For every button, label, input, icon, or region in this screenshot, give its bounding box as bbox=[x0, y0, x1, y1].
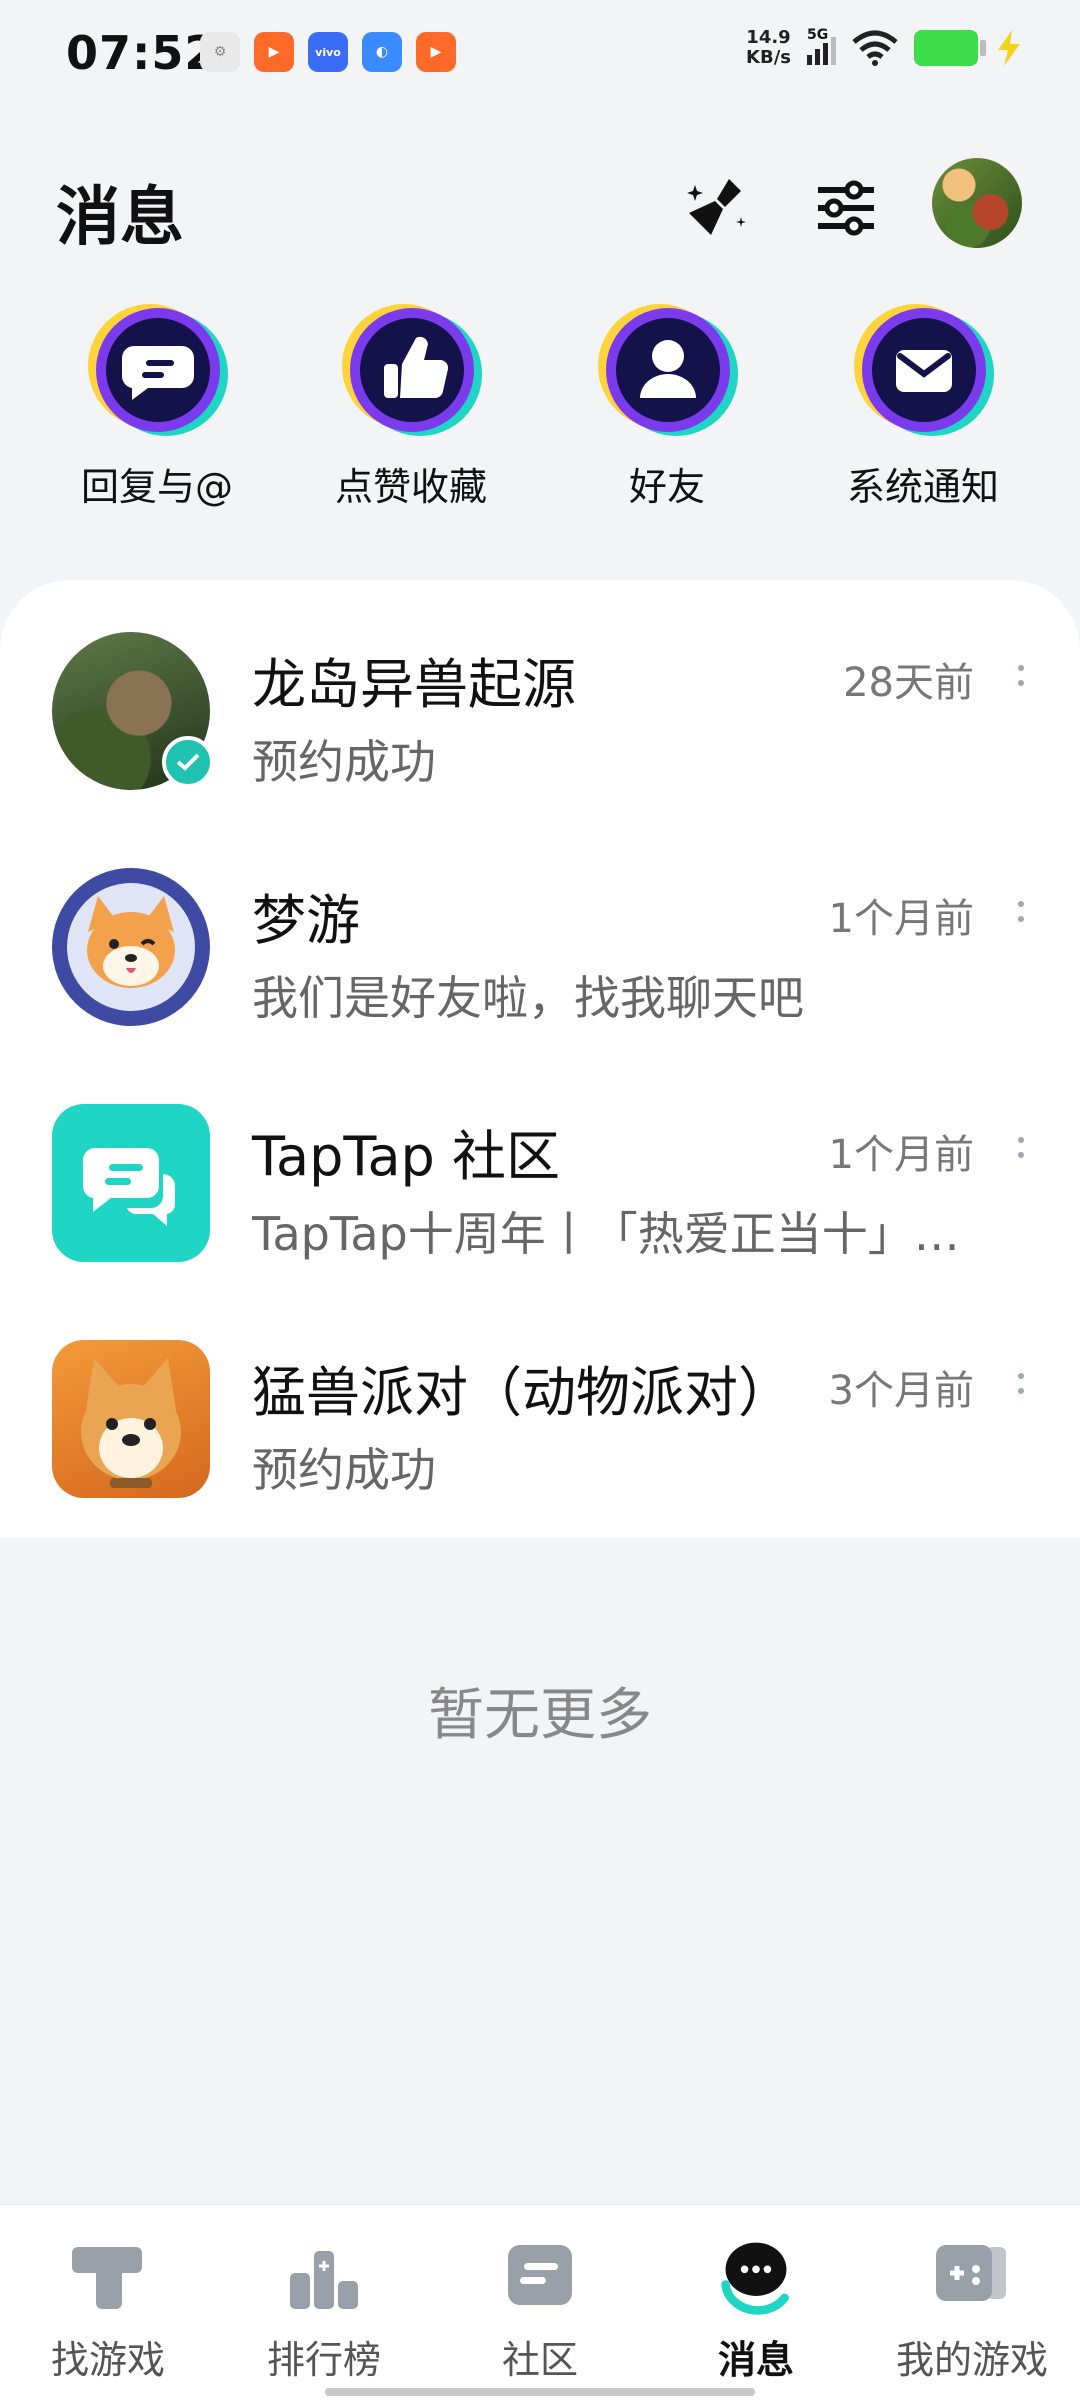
party-animals-avatar bbox=[52, 1340, 210, 1498]
message-row[interactable]: 龙岛异兽起源 预约成功 28天前 bbox=[0, 580, 1080, 816]
category-system-notice[interactable]: 系统通知 bbox=[808, 300, 1038, 511]
my-games-icon bbox=[932, 2235, 1012, 2315]
category-label: 系统通知 bbox=[846, 465, 999, 509]
nav-messages[interactable]: 消息 bbox=[648, 2235, 864, 2384]
chat-bubble-icon bbox=[84, 300, 230, 440]
bottom-nav: 找游戏 排行榜 社区 消息 我的游戏 bbox=[0, 2204, 1080, 2401]
message-time: 1个月前 bbox=[828, 1132, 974, 1178]
charging-icon bbox=[998, 30, 1020, 66]
category-row: 回复与@ 点赞收藏 好友 系统通知 bbox=[0, 300, 1080, 530]
category-friends[interactable]: 好友 bbox=[552, 300, 782, 511]
kuaishou-app-icon-2: ▶ bbox=[416, 32, 456, 72]
ranking-icon bbox=[284, 2235, 364, 2315]
wifi-icon bbox=[852, 30, 898, 66]
message-row[interactable]: 猛兽派对（动物派对） 预约成功 3个月前 bbox=[0, 1288, 1080, 1524]
community-icon bbox=[500, 2235, 580, 2315]
nav-label: 排行榜 bbox=[266, 2338, 381, 2382]
nav-label: 找游戏 bbox=[50, 2338, 165, 2382]
category-label: 点赞收藏 bbox=[334, 465, 487, 509]
home-indicator[interactable] bbox=[325, 2388, 755, 2396]
category-label: 回复与@ bbox=[80, 465, 233, 509]
filter-sliders-icon[interactable] bbox=[806, 168, 886, 248]
message-title: 猛兽派对（动物派对） bbox=[252, 1361, 792, 1424]
nav-label: 消息 bbox=[717, 2338, 794, 2382]
more-options-icon[interactable] bbox=[1006, 886, 1036, 936]
message-title: TapTap 社区 bbox=[252, 1125, 560, 1188]
vivo-app-icon: vivo bbox=[308, 32, 348, 72]
thumbs-up-icon bbox=[338, 300, 484, 440]
status-time: 07:52 bbox=[66, 26, 218, 80]
status-right: 14.9 KB/s 5G bbox=[746, 27, 1024, 68]
more-options-icon[interactable] bbox=[1006, 650, 1036, 700]
message-time: 1个月前 bbox=[828, 896, 974, 942]
page-title: 消息 bbox=[56, 181, 184, 255]
category-replies[interactable]: 回复与@ bbox=[42, 300, 272, 511]
more-options-icon[interactable] bbox=[1006, 1122, 1036, 1172]
message-preview: TapTap十周年丨「热爱正当十」… bbox=[252, 1207, 960, 1261]
message-preview: 我们是好友啦，找我聊天吧 bbox=[252, 971, 804, 1025]
message-time: 28天前 bbox=[843, 660, 974, 706]
nav-label: 社区 bbox=[501, 2338, 578, 2382]
kuaishou-app-icon: ▶ bbox=[254, 32, 294, 72]
category-likes[interactable]: 点赞收藏 bbox=[296, 300, 526, 511]
signal-icon: 5G bbox=[807, 27, 836, 65]
message-time: 3个月前 bbox=[828, 1368, 974, 1414]
find-game-icon bbox=[68, 2235, 148, 2315]
message-preview: 预约成功 bbox=[252, 735, 436, 789]
taptap-community-avatar bbox=[52, 1104, 210, 1262]
person-icon bbox=[594, 300, 740, 440]
clean-broom-icon[interactable] bbox=[676, 168, 756, 248]
message-list: 龙岛异兽起源 预约成功 28天前 梦游 我们是好友啦，找我聊天吧 1个月前 Ta… bbox=[0, 580, 1080, 1538]
network-speed: 14.9 KB/s bbox=[746, 28, 791, 68]
message-icon bbox=[716, 2235, 796, 2315]
message-preview: 预约成功 bbox=[252, 1443, 436, 1497]
shiba-avatar bbox=[52, 868, 210, 1026]
user-avatar[interactable] bbox=[932, 158, 1022, 248]
network-type: 5G bbox=[807, 27, 829, 43]
envelope-icon bbox=[850, 300, 996, 440]
speed-unit: KB/s bbox=[746, 47, 791, 68]
nav-community[interactable]: 社区 bbox=[432, 2235, 648, 2384]
no-more-text: 暂无更多 bbox=[428, 1683, 652, 1748]
settings-app-icon: ⚙ bbox=[200, 32, 240, 72]
browser-app-icon: ◐ bbox=[362, 32, 402, 72]
battery-icon bbox=[914, 30, 986, 66]
nav-my-games[interactable]: 我的游戏 bbox=[864, 2235, 1080, 2384]
nav-label: 我的游戏 bbox=[895, 2338, 1048, 2382]
status-bar: 07:52 ⚙ ▶ vivo ◐ ▶ 14.9 KB/s 5G bbox=[0, 0, 1080, 110]
nav-ranking[interactable]: 排行榜 bbox=[216, 2235, 432, 2384]
status-notification-icons: ⚙ ▶ vivo ◐ ▶ bbox=[200, 32, 456, 72]
message-row[interactable]: 梦游 我们是好友啦，找我聊天吧 1个月前 bbox=[0, 816, 1080, 1052]
more-options-icon[interactable] bbox=[1006, 1358, 1036, 1408]
message-row[interactable]: TapTap 社区 TapTap十周年丨「热爱正当十」… 1个月前 bbox=[0, 1052, 1080, 1288]
category-label: 好友 bbox=[628, 465, 705, 509]
message-title: 梦游 bbox=[252, 889, 360, 952]
verified-badge-icon bbox=[162, 736, 214, 788]
nav-find-game[interactable]: 找游戏 bbox=[0, 2235, 216, 2384]
speed-value: 14.9 bbox=[746, 27, 791, 48]
message-title: 龙岛异兽起源 bbox=[252, 653, 576, 716]
